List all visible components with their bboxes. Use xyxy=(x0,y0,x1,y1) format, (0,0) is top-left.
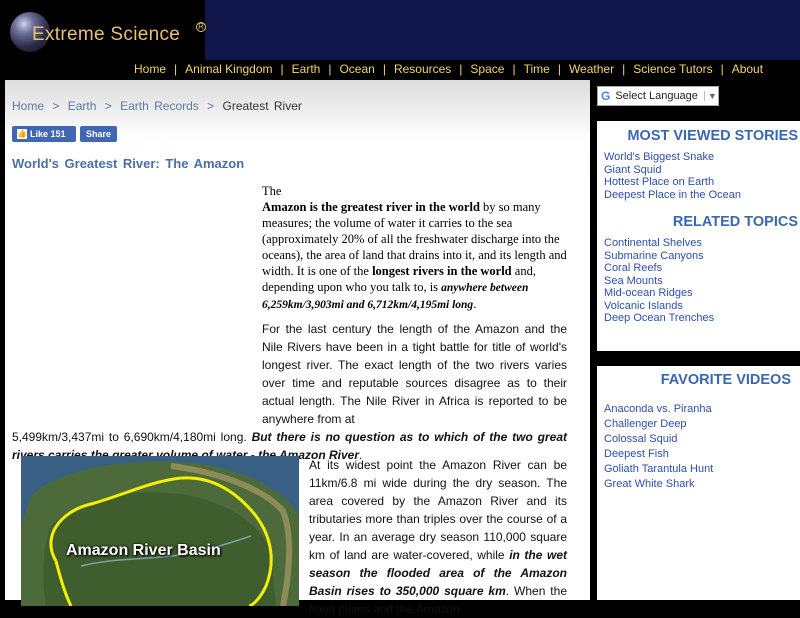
breadcrumb-home[interactable]: Home xyxy=(12,99,44,113)
related-topic-link[interactable]: Volcanic Islands xyxy=(604,300,800,313)
favorite-video-link[interactable]: Deepest Fish xyxy=(604,447,800,462)
main-nav: Home | Animal Kingdom | Earth | Ocean | … xyxy=(0,60,800,80)
nav-separator: | xyxy=(622,62,626,76)
most-viewed-link[interactable]: World's Biggest Snake xyxy=(604,151,800,164)
like-count: 151 xyxy=(50,129,66,139)
favorite-videos-panel: FAVORITE VIDEOS Anaconda vs. Piranha Cha… xyxy=(597,366,800,600)
map-graphic xyxy=(21,456,299,606)
breadcrumb-separator: > xyxy=(52,99,60,113)
nav-item-earth[interactable]: Earth xyxy=(292,62,321,76)
nav-separator: | xyxy=(280,62,284,76)
related-topic-link[interactable]: Mid-ocean Ridges xyxy=(604,287,800,300)
para-text: For the last century the length of the A… xyxy=(262,322,567,426)
facebook-share-button[interactable]: Share xyxy=(80,126,117,142)
related-topic-link[interactable]: Sea Mounts xyxy=(604,275,800,288)
nav-separator: | xyxy=(174,62,178,76)
breadcrumb-earth[interactable]: Earth xyxy=(68,99,97,113)
nav-separator: | xyxy=(720,62,724,76)
related-topic-link[interactable]: Deep Ocean Trenches xyxy=(604,312,800,325)
breadcrumb-current: Greatest River xyxy=(222,99,302,113)
favorite-video-link[interactable]: Goliath Tarantula Hunt xyxy=(604,462,800,477)
nav-separator: | xyxy=(557,62,561,76)
nav-item-ocean[interactable]: Ocean xyxy=(339,62,374,76)
breadcrumb-separator: > xyxy=(104,99,112,113)
favorite-video-link[interactable]: Challenger Deep xyxy=(604,417,800,432)
para-bold: Amazon is the greatest river in the worl… xyxy=(262,200,480,214)
thumbs-up-icon: 👍 xyxy=(17,129,27,139)
nav-separator: | xyxy=(382,62,386,76)
most-viewed-link[interactable]: Deepest Place in the Ocean xyxy=(604,189,800,202)
para-bold: longest rivers in the world xyxy=(372,264,512,278)
nav-item-animal-kingdom[interactable]: Animal Kingdom xyxy=(185,62,272,76)
most-viewed-panel: MOST VIEWED STORIES World's Biggest Snak… xyxy=(597,121,800,351)
google-icon: G xyxy=(601,89,611,103)
nav-item-resources[interactable]: Resources xyxy=(394,62,451,76)
nav-separator: | xyxy=(328,62,332,76)
favorite-videos-title: FAVORITE VIDEOS xyxy=(660,372,791,388)
registered-mark: R xyxy=(196,22,206,32)
most-viewed-link[interactable]: Hottest Place on Earth xyxy=(604,176,800,189)
related-topics-title: RELATED TOPICS xyxy=(672,214,798,230)
nav-separator: | xyxy=(512,62,516,76)
para-text: . xyxy=(473,297,477,311)
facebook-like-button[interactable]: 👍 Like 151 xyxy=(12,126,76,142)
length-paragraph: For the last century the length of the A… xyxy=(12,320,567,464)
nav-separator: | xyxy=(459,62,463,76)
breadcrumb-earth-records[interactable]: Earth Records xyxy=(120,99,199,113)
nav-item-about[interactable]: About xyxy=(732,62,763,76)
most-viewed-link[interactable]: Giant Squid xyxy=(604,164,800,177)
para-text: At its widest point the Amazon River can… xyxy=(309,458,567,562)
para-text: 5,499km/3,437mi to 6,690km/4,180mi long. xyxy=(12,430,252,444)
header-banner xyxy=(205,0,800,60)
related-topic-link[interactable]: Submarine Canyons xyxy=(604,250,800,263)
nav-item-space[interactable]: Space xyxy=(470,62,504,76)
site-logo-text[interactable]: Extreme Science xyxy=(32,24,180,46)
favorite-video-link[interactable]: Colossal Squid xyxy=(604,432,800,447)
like-label: Like xyxy=(30,129,49,139)
nav-item-science-tutors[interactable]: Science Tutors xyxy=(633,62,712,76)
related-topic-link[interactable]: Coral Reefs xyxy=(604,262,800,275)
chevron-down-icon: ▼ xyxy=(703,91,717,101)
most-viewed-title: MOST VIEWED STORIES xyxy=(627,128,798,144)
breadcrumb: Home > Earth > Earth Records > Greatest … xyxy=(12,99,302,113)
language-select[interactable]: G Select Language ▼ xyxy=(597,86,719,106)
intro-paragraph: The Amazon is the greatest river in the … xyxy=(262,183,567,313)
language-select-label: Select Language xyxy=(615,90,698,102)
nav-item-weather[interactable]: Weather xyxy=(569,62,614,76)
amazon-basin-map-image: Amazon River Basin xyxy=(21,456,299,606)
width-paragraph: At its widest point the Amazon River can… xyxy=(309,456,567,618)
nav-item-home[interactable]: Home xyxy=(134,62,166,76)
favorite-video-link[interactable]: Great White Shark xyxy=(604,477,800,492)
para-text: The xyxy=(262,184,282,198)
map-label: Amazon River Basin xyxy=(66,542,221,559)
main-content: Home > Earth > Earth Records > Greatest … xyxy=(5,80,590,616)
favorite-video-link[interactable]: Anaconda vs. Piranha xyxy=(604,402,800,417)
site-header: Extreme Science R xyxy=(0,0,800,60)
breadcrumb-separator: > xyxy=(207,99,215,113)
related-topic-link[interactable]: Continental Shelves xyxy=(604,237,800,250)
page-title: World's Greatest River: The Amazon xyxy=(12,156,245,171)
nav-item-time[interactable]: Time xyxy=(524,62,550,76)
